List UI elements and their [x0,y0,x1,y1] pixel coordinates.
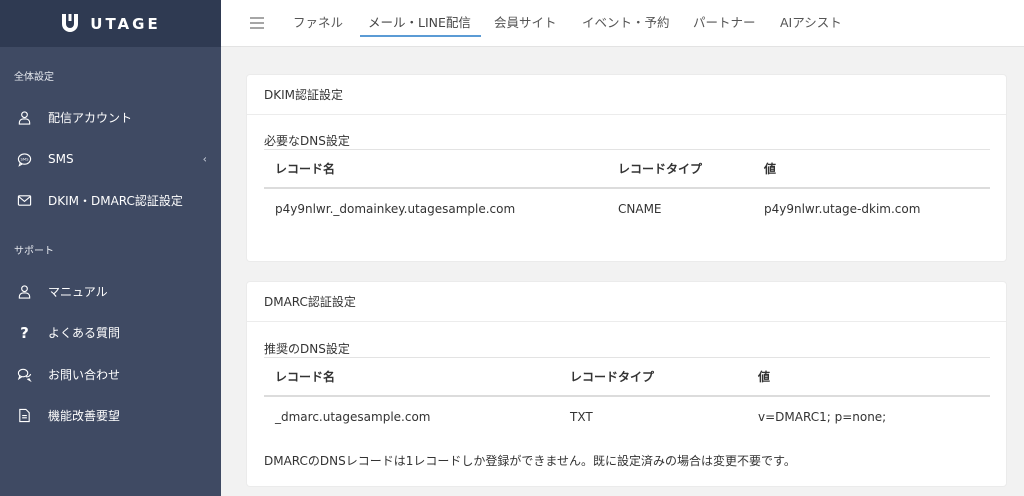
column-header-record-type: レコードタイプ [618,162,703,176]
svg-text:SMS: SMS [21,157,30,161]
column-header-record-name: レコード名 [275,370,336,384]
column-header-record-name: レコード名 [275,162,336,176]
record-type-cell: CNAME [618,202,662,216]
tab-event-reservation[interactable]: イベント・予約 [582,0,670,47]
record-value-cell: p4y9nlwr.utage-dkim.com [764,202,921,216]
record-type-cell: TXT [570,410,593,424]
table-row: p4y9nlwr._domainkey.utagesample.com CNAM… [264,189,990,229]
sidebar: UTAGE 全体設定 配信アカウント SMS SMS ‹ DKIM・DMARC認… [0,0,221,496]
tab-mail-line[interactable]: メール・LINE配信 [360,0,481,47]
section-head-support: サポート [14,246,54,257]
dkim-card: DKIM認証設定 必要なDNS設定 レコード名 レコードタイプ 値 p4y9nl… [247,75,1006,261]
sidebar-item-feature-request[interactable]: 機能改善要望 [0,397,221,433]
dmarc-table: レコード名 レコードタイプ 値 _dmarc.utagesample.com T… [264,357,990,437]
dkim-card-title: DKIM認証設定 [247,75,1006,115]
user-icon [17,284,32,299]
sidebar-item-label: お問い合わせ [48,367,121,382]
table-row: _dmarc.utagesample.com TXT v=DMARC1; p=n… [264,397,990,437]
sms-icon: SMS [17,152,32,167]
table-header-row: レコード名 レコードタイプ 値 [264,357,990,397]
sidebar-item-label: 配信アカウント [48,110,133,125]
dmarc-card: DMARC認証設定 推奨のDNS設定 レコード名 レコードタイプ 値 _dmar… [247,282,1006,486]
utage-logo-icon [62,13,79,32]
sidebar-item-delivery-account[interactable]: 配信アカウント [0,99,221,135]
dmarc-note: DMARCのDNSレコードは1レコードしか登録ができません。既に設定済みの場合は… [264,454,796,468]
dkim-table: レコード名 レコードタイプ 値 p4y9nlwr._domainkey.utag… [264,149,990,229]
sidebar-item-sms[interactable]: SMS SMS ‹ [0,141,221,177]
tab-ai-assist[interactable]: AIアシスト [780,0,842,47]
question-icon: ? [17,325,32,340]
dmarc-card-title: DMARC認証設定 [247,282,1006,322]
chevron-left-icon[interactable]: ‹ [203,153,207,166]
sidebar-item-label: SMS [48,152,74,166]
tab-partner[interactable]: パートナー [693,0,756,47]
dmarc-subtitle: 推奨のDNS設定 [264,342,350,356]
dkim-subtitle: 必要なDNS設定 [264,134,350,148]
sidebar-item-dkim-dmarc[interactable]: DKIM・DMARC認証設定 [0,182,221,218]
record-name-cell: _dmarc.utagesample.com [275,410,431,424]
document-icon [17,408,32,423]
sidebar-item-contact[interactable]: お問い合わせ [0,356,221,392]
sidebar-item-label: マニュアル [48,284,108,299]
logo-text: UTAGE [90,14,161,33]
table-header-row: レコード名 レコードタイプ 値 [264,149,990,189]
sidebar-item-label: DKIM・DMARC認証設定 [48,193,183,208]
svg-text:?: ? [20,325,29,340]
chat-icon [17,367,32,382]
column-header-record-type: レコードタイプ [570,370,655,384]
column-header-value: 値 [764,162,777,176]
user-icon [17,110,32,125]
section-head-general: 全体設定 [14,72,54,83]
hamburger-menu-icon[interactable] [250,16,264,30]
tab-member-site[interactable]: 会員サイト [494,0,557,47]
record-value-cell: v=DMARC1; p=none; [758,410,887,424]
record-name-cell: p4y9nlwr._domainkey.utagesample.com [275,202,516,216]
column-header-value: 値 [758,370,771,384]
logo[interactable]: UTAGE [0,0,221,47]
tab-funnel[interactable]: ファネル [293,0,343,47]
mail-icon [17,193,32,208]
sidebar-item-manual[interactable]: マニュアル [0,273,221,309]
sidebar-item-label: 機能改善要望 [48,408,121,423]
sidebar-item-label: よくある質問 [48,325,121,340]
sidebar-item-faq[interactable]: ? よくある質問 [0,314,221,350]
top-nav: ファネル メール・LINE配信 会員サイト イベント・予約 パートナー AIアシ… [221,0,1024,47]
